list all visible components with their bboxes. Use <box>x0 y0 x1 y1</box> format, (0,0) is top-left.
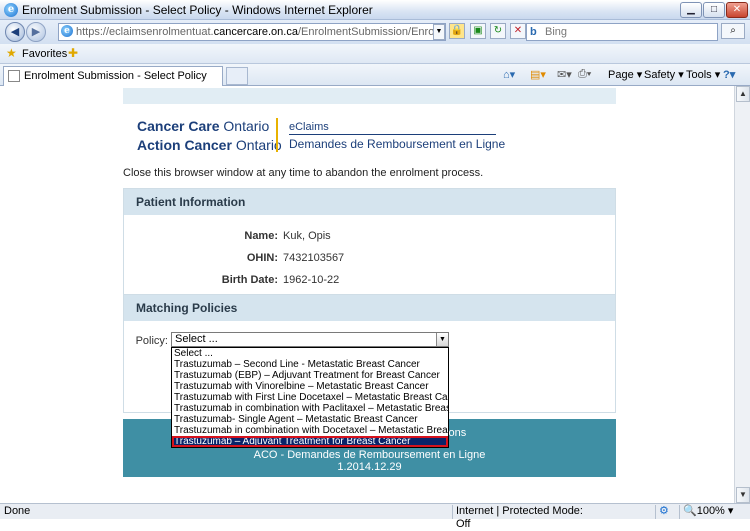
policy-dropdown-list: Select ... Trastuzumab – Second Line - Me… <box>171 347 449 448</box>
zoom-icon: 🔍 <box>683 505 697 517</box>
maximize-button[interactable]: □ <box>703 2 725 18</box>
protected-mode-icon[interactable]: ⚙ <box>655 505 677 519</box>
eclaims-divider <box>289 134 496 135</box>
tab-enrolment[interactable]: Enrolment Submission - Select Policy <box>3 66 223 86</box>
policy-option[interactable]: Trastuzumab with First Line Docetaxel – … <box>172 392 448 403</box>
zoom-level[interactable]: 🔍100% ▾ <box>679 505 749 519</box>
compatibility-view-icon[interactable]: ▣ <box>470 23 486 39</box>
policy-option[interactable]: Select ... <box>172 348 448 359</box>
address-input[interactable]: e https://eclaimsenrolmentuat.cancercare… <box>58 23 446 41</box>
matching-policies-heading: Matching Policies <box>124 295 615 321</box>
page-icon <box>8 70 20 82</box>
new-tab-button[interactable] <box>226 67 248 85</box>
add-favorite-icon[interactable]: ✚ <box>68 46 78 60</box>
header-band <box>123 88 616 104</box>
patient-name: Kuk, Opis <box>283 230 331 242</box>
favorites-button[interactable]: Favorites <box>22 48 67 60</box>
bing-icon: b <box>530 26 537 38</box>
logo-english: Cancer Care Ontario <box>137 118 270 134</box>
policy-selected-value: Select ... <box>175 333 218 345</box>
print-icon[interactable]: ⎙▾ <box>578 68 591 81</box>
url-host: cancercare.on.ca <box>213 26 298 38</box>
window-title: Enrolment Submission - Select Policy - W… <box>22 3 373 17</box>
forward-button[interactable]: ▶ <box>26 22 46 42</box>
lock-icon[interactable]: 🔒 <box>449 23 465 39</box>
policy-option[interactable]: Trastuzumab- Single Agent – Metastatic B… <box>172 414 448 425</box>
policy-option[interactable]: Trastuzumab (EBP) – Adjuvant Treatment f… <box>172 370 448 381</box>
favorites-star-icon: ★ <box>6 46 17 60</box>
url-prefix: https://eclaimsenrolmentuat. <box>76 26 214 38</box>
safety-menu[interactable]: Safety ▾ <box>644 68 684 81</box>
tools-menu[interactable]: Tools ▾ <box>686 68 720 81</box>
birth-date-label: Birth Date: <box>221 274 278 286</box>
mail-icon[interactable]: ✉▾ <box>557 68 572 81</box>
footer-title: ACO - Demandes de Remboursement en Ligne <box>253 449 486 461</box>
patient-information-panel: Patient Information Name: Kuk, Opis OHIN… <box>123 188 616 295</box>
address-dropdown-button[interactable]: ▼ <box>433 24 445 40</box>
minimize-button[interactable]: ▁ <box>680 2 702 18</box>
back-button[interactable]: ◀ <box>5 22 25 42</box>
scroll-up-arrow-icon[interactable]: ▲ <box>736 86 750 102</box>
home-icon[interactable]: ⌂▾ <box>503 68 515 81</box>
back-arrow-icon: ◀ <box>10 26 20 38</box>
abandon-notice: Close this browser window at any time to… <box>123 167 484 179</box>
page-icon: e <box>61 25 73 37</box>
url-path: /EnrolmentSubmission/Enrol?guid=2552d3b9 <box>297 26 445 38</box>
policy-option[interactable]: Trastuzumab in combination with Paclitax… <box>172 403 448 414</box>
forward-arrow-icon: ▶ <box>31 26 41 38</box>
page-menu[interactable]: Page ▾ <box>608 68 642 81</box>
close-window-button[interactable]: ✕ <box>726 2 748 18</box>
policy-option[interactable]: Trastuzumab – Adjuvant Treatment for Bre… <box>172 436 448 447</box>
policy-option[interactable]: Trastuzumab – Second Line - Metastatic B… <box>172 359 448 370</box>
search-button[interactable]: ⌕ <box>721 23 745 39</box>
tab-bar: Enrolment Submission - Select Policy ⌂▾ … <box>0 64 750 86</box>
patient-ohin: 7432103567 <box>283 252 345 264</box>
favorites-bar: ★ Favorites ✚ <box>0 44 750 64</box>
eclaims-title: eClaims <box>289 121 329 133</box>
policy-option[interactable]: Trastuzumab in combination with Docetaxe… <box>172 425 448 436</box>
policy-select[interactable]: Select ... ▼ <box>171 332 449 347</box>
footer-peek-text: tions <box>443 427 467 439</box>
address-toolbar: ◀ ▶ e https://eclaimsenrolmentuat.cancer… <box>0 20 750 44</box>
patient-information-heading: Patient Information <box>124 189 615 215</box>
search-placeholder: Bing <box>545 26 568 38</box>
ohin-label: OHIN: <box>246 252 278 264</box>
internet-explorer-icon: e <box>4 3 18 17</box>
help-icon[interactable]: ?▾ <box>723 68 735 81</box>
logo-french: Action Cancer Ontario <box>137 137 282 153</box>
patient-birth-date: 1962-10-22 <box>283 274 340 286</box>
page-viewport: Cancer Care Ontario Action Cancer Ontari… <box>0 86 734 503</box>
chevron-down-icon[interactable]: ▼ <box>436 333 448 346</box>
security-zone: Internet | Protected Mode: Off <box>452 505 592 530</box>
footer-version: 1.2014.12.29 <box>337 461 402 473</box>
refresh-icon[interactable]: ↻ <box>490 23 506 39</box>
policy-option[interactable]: Trastuzumab with Vinorelbine – Metastati… <box>172 381 448 392</box>
window-title-bar: e Enrolment Submission - Select Policy -… <box>0 0 750 20</box>
tab-title: Enrolment Submission - Select Policy <box>24 70 207 82</box>
logo-separator <box>276 118 278 152</box>
policy-label: Policy: <box>135 335 168 347</box>
search-input[interactable]: b Bing <box>526 23 718 41</box>
vertical-scrollbar[interactable]: ▲ ▼ <box>734 86 750 503</box>
status-bar: Done Internet | Protected Mode: Off ⚙ 🔍1… <box>0 503 750 530</box>
eclaims-french-title: Demandes de Remboursement en Ligne <box>289 137 506 151</box>
status-text: Done <box>4 505 31 517</box>
stop-icon[interactable]: ✕ <box>510 23 526 39</box>
scroll-down-arrow-icon[interactable]: ▼ <box>736 487 750 503</box>
name-label: Name: <box>244 230 278 242</box>
feeds-icon[interactable]: ▤▾ <box>530 68 546 81</box>
magnifier-icon: ⌕ <box>730 25 736 36</box>
zoom-value: 100% <box>696 505 725 517</box>
